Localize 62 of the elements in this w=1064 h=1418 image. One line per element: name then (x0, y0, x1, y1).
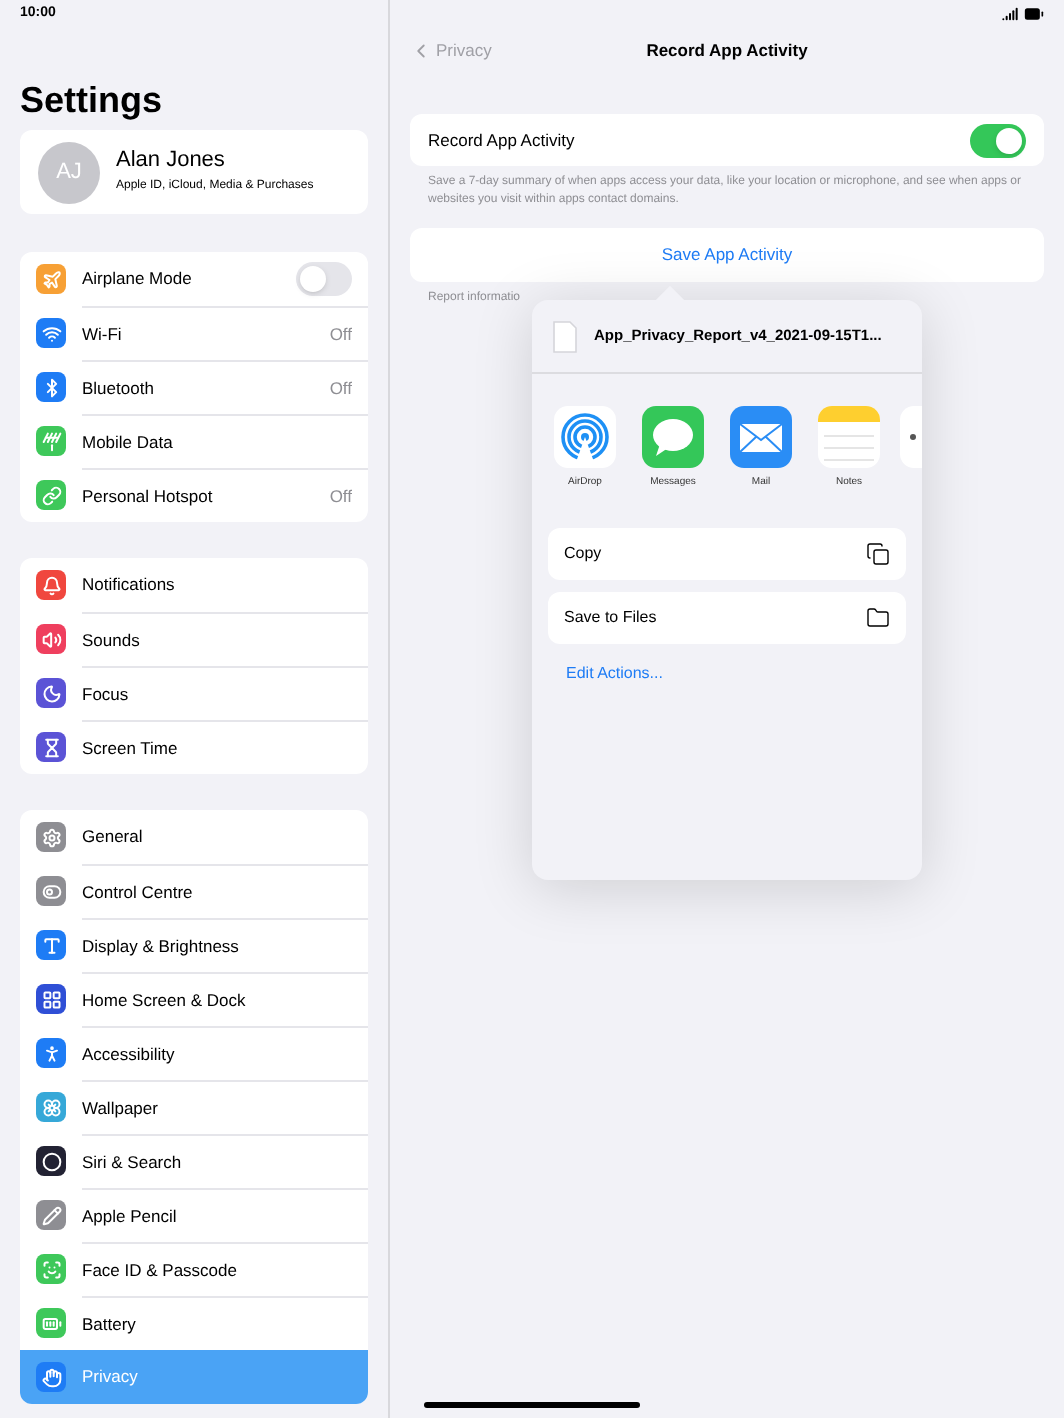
folder-icon (866, 605, 890, 629)
toggle-switch[interactable] (296, 262, 352, 296)
settings-item[interactable]: Wi-Fi Off (20, 306, 368, 360)
settings-item[interactable]: Control Centre (20, 864, 368, 918)
item-label: Wallpaper (82, 1095, 160, 1121)
item-label: Home Screen & Dock (82, 987, 248, 1013)
item-label: Notifications (82, 572, 177, 598)
settings-item[interactable]: Notifications (20, 558, 368, 612)
item-label: Bluetooth (82, 375, 156, 401)
settings-item[interactable]: Screen Time (20, 720, 368, 774)
settings-item[interactable]: Bluetooth Off (20, 360, 368, 414)
settings-item[interactable]: Apple Pencil (20, 1188, 368, 1242)
item-value: Off (329, 321, 352, 347)
settings-item[interactable]: Siri & Search (20, 1134, 368, 1188)
file-icon (552, 319, 578, 353)
copy-icon (866, 541, 890, 565)
item-label: Wi-Fi (82, 321, 124, 347)
item-label: Apple Pencil (82, 1203, 179, 1229)
settings-item[interactable]: General (20, 810, 368, 864)
speech-bubble-icon (642, 406, 704, 468)
edit-actions-link[interactable]: Edit Actions... (566, 661, 663, 685)
item-label: Accessibility (82, 1041, 177, 1067)
signal-icon (1002, 6, 1018, 22)
profile-name: Alan Jones (116, 148, 227, 177)
item-label: Face ID & Passcode (82, 1257, 239, 1283)
item-label: Airplane Mode (82, 266, 194, 292)
settings-item[interactable]: Mobile Data (20, 414, 368, 468)
app-icon[interactable] (900, 406, 922, 468)
item-label: Sounds (82, 627, 142, 653)
settings-item[interactable]: Sounds (20, 612, 368, 666)
airdrop-icon (554, 406, 616, 468)
notepad-icon (818, 406, 880, 468)
row-label: Record App Activity (428, 127, 577, 153)
battery-icon (1024, 4, 1044, 24)
settings-item[interactable]: Wallpaper (20, 1080, 368, 1134)
item-label: Screen Time (82, 735, 180, 761)
item-label: Personal Hotspot (82, 483, 215, 509)
settings-item[interactable]: Display & Brightness (20, 918, 368, 972)
share-action[interactable]: Copy (548, 527, 906, 579)
settings-item[interactable]: Focus (20, 666, 368, 720)
settings-item[interactable]: Personal Hotspot Off (20, 468, 368, 522)
item-label: Display & Brightness (82, 933, 241, 959)
item-value: Off (329, 483, 352, 509)
settings-item[interactable]: Face ID & Passcode (20, 1242, 368, 1296)
item-label: Privacy (82, 1364, 140, 1390)
item-value: Off (329, 375, 352, 401)
item-label: Focus (82, 681, 131, 707)
save-app-activity-button[interactable]: Save App Activity (410, 228, 1044, 282)
settings-item[interactable]: Home Screen & Dock (20, 972, 368, 1026)
item-label: Mobile Data (82, 429, 175, 455)
item-label: General (82, 824, 145, 850)
item-label: Siri & Search (82, 1149, 184, 1175)
share-action[interactable]: Save to Files (548, 591, 906, 643)
toggle-switch[interactable] (970, 123, 1026, 157)
settings-item[interactable]: Airplane Mode (20, 252, 368, 306)
avatar: AJ (38, 141, 100, 203)
item-label: Control Centre (82, 879, 195, 905)
item-label: Battery (82, 1311, 138, 1337)
envelope-icon (730, 406, 792, 468)
page-title: Record App Activity (646, 37, 808, 63)
settings-title: Settings (20, 80, 163, 120)
settings-item[interactable]: Accessibility (20, 1026, 368, 1080)
